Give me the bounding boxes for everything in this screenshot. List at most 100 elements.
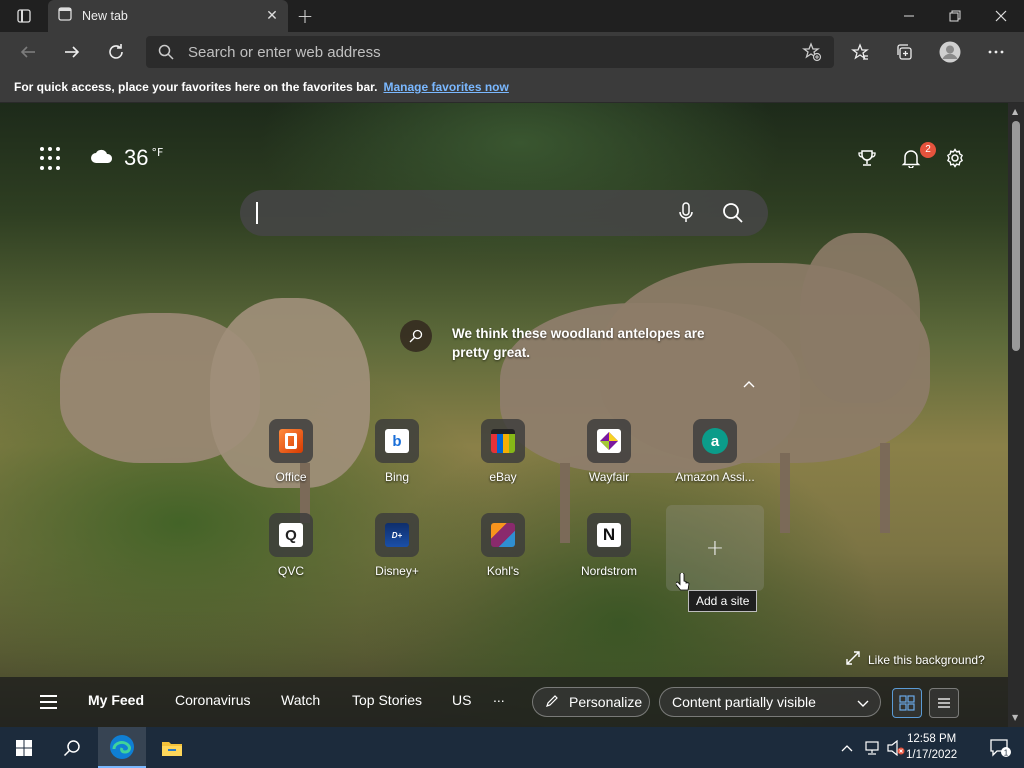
- add-site-tooltip: Add a site: [688, 590, 758, 612]
- address-input[interactable]: [188, 36, 788, 68]
- feed-tab-top-stories[interactable]: Top Stories: [352, 692, 422, 708]
- file-explorer-folder-icon[interactable]: [148, 727, 196, 768]
- active-tab[interactable]: New tab ✕: [48, 0, 288, 32]
- search-icon: [158, 44, 174, 64]
- quick-link-disney-plus[interactable]: D+ Disney+: [354, 513, 440, 578]
- grid-view-icon[interactable]: [892, 688, 922, 718]
- feed-tab-watch[interactable]: Watch: [281, 692, 320, 708]
- quick-link-kohls[interactable]: Kohl's: [460, 513, 546, 578]
- feed-menu-hamburger-icon[interactable]: [40, 691, 68, 713]
- content-visibility-dropdown[interactable]: Content partially visible: [659, 687, 881, 717]
- volume-muted-icon[interactable]: [884, 727, 908, 768]
- image-info-search-icon[interactable]: [400, 320, 432, 352]
- quick-link-ebay[interactable]: eBay: [460, 419, 546, 484]
- restore-window-icon[interactable]: [932, 0, 978, 32]
- page-settings-gear-icon[interactable]: [942, 145, 968, 171]
- scroll-up-arrow-icon[interactable]: ▲: [1012, 107, 1018, 116]
- forward-arrow-icon[interactable]: [56, 36, 88, 68]
- qvc-logo-icon: Q: [269, 513, 313, 557]
- quick-link-label: Kohl's: [486, 564, 520, 578]
- bing-logo-icon: b: [375, 419, 419, 463]
- scroll-down-arrow-icon[interactable]: ▼: [1012, 713, 1018, 722]
- news-feed-bar: My Feed Coronavirus Watch Top Stories US…: [0, 677, 1008, 727]
- amazon-assistant-logo-icon: a: [693, 419, 737, 463]
- rewards-trophy-icon[interactable]: [854, 145, 880, 171]
- feed-tab-us[interactable]: US: [452, 692, 471, 708]
- microphone-icon[interactable]: [678, 202, 694, 228]
- quick-link-qvc[interactable]: Q QVC: [248, 513, 334, 578]
- address-bar[interactable]: [146, 36, 834, 68]
- disney-plus-logo: D+: [385, 523, 409, 547]
- add-to-favorites-icon[interactable]: [802, 42, 822, 66]
- edge-browser-icon[interactable]: [98, 727, 146, 768]
- taskbar-search-icon[interactable]: [48, 727, 96, 768]
- favorites-bar: For quick access, place your favorites h…: [0, 72, 1024, 103]
- personalize-button[interactable]: Personalize: [532, 687, 650, 717]
- wayfair-logo: [597, 429, 621, 453]
- windows-start-icon[interactable]: [0, 727, 48, 768]
- quick-link-wayfair[interactable]: Wayfair: [566, 419, 652, 484]
- collapse-chevron-up-icon[interactable]: [742, 378, 760, 392]
- profile-avatar-icon[interactable]: [934, 36, 966, 68]
- quick-link-bing[interactable]: b Bing: [354, 419, 440, 484]
- expand-arrows-icon: [846, 651, 860, 668]
- web-search-input[interactable]: [256, 198, 656, 228]
- back-arrow-icon[interactable]: [12, 36, 44, 68]
- favorites-star-icon[interactable]: [844, 36, 876, 68]
- action-center-notification-icon[interactable]: 1: [976, 727, 1024, 768]
- app-launcher-icon[interactable]: [40, 147, 64, 171]
- collections-icon[interactable]: [888, 36, 920, 68]
- manage-favorites-link[interactable]: Manage favorites now: [383, 80, 508, 94]
- quick-link-nordstrom[interactable]: N Nordstrom: [566, 513, 652, 578]
- personalize-label: Personalize: [569, 694, 643, 710]
- windows-taskbar: 12:58 PM 1/17/2022 1: [0, 727, 1024, 768]
- ebay-logo: [491, 429, 515, 453]
- office-logo: [279, 429, 303, 453]
- quick-link-amazon-assistant[interactable]: a Amazon Assi...: [672, 419, 758, 484]
- nordstrom-logo: N: [597, 523, 621, 547]
- quick-link-label: eBay: [489, 470, 517, 484]
- tab-actions-menu-icon[interactable]: [2, 0, 46, 32]
- mouse-pointer-hand-icon: [675, 572, 690, 597]
- show-hidden-icons-chevron-icon[interactable]: [834, 727, 860, 768]
- list-view-icon[interactable]: [929, 688, 959, 718]
- clock-time: 12:58 PM: [906, 733, 957, 745]
- tab-title: New tab: [82, 9, 128, 23]
- plus-icon: +: [705, 535, 725, 561]
- feed-tab-my-feed[interactable]: My Feed: [88, 692, 144, 708]
- like-background-button[interactable]: Like this background?: [846, 651, 985, 668]
- quick-link-label: Office: [275, 470, 307, 484]
- search-submit-icon[interactable]: [722, 202, 744, 228]
- feed-tab-coronavirus[interactable]: Coronavirus: [175, 692, 250, 708]
- new-tab-page: 36 °F 2 We think these woodland antelope…: [0, 103, 1008, 727]
- clock-date: 1/17/2022: [906, 749, 958, 761]
- quick-link-label: Bing: [384, 470, 410, 484]
- action-center-count: 1: [1004, 748, 1009, 757]
- network-icon[interactable]: [860, 727, 884, 768]
- amazon-assistant-logo: a: [702, 428, 728, 454]
- quick-link-label: Nordstrom: [580, 564, 637, 578]
- favorites-bar-message: For quick access, place your favorites h…: [14, 80, 378, 94]
- disney-plus-logo-icon: D+: [375, 513, 419, 557]
- quick-link-office[interactable]: Office: [248, 419, 334, 484]
- background-image-caption[interactable]: We think these woodland antelopes are pr…: [452, 324, 722, 362]
- quick-link-label: QVC: [277, 564, 304, 578]
- refresh-icon[interactable]: [100, 36, 132, 68]
- settings-more-icon[interactable]: [980, 36, 1012, 68]
- ebay-bag-icon: [481, 419, 525, 463]
- new-tab-button[interactable]: +: [292, 4, 318, 28]
- minimize-window-icon[interactable]: [886, 0, 932, 32]
- feed-more-tabs-button[interactable]: ...: [493, 689, 505, 705]
- kohls-logo: [491, 523, 515, 547]
- bing-logo: b: [385, 429, 409, 453]
- taskbar-clock[interactable]: 12:58 PM 1/17/2022: [906, 731, 957, 763]
- kohls-logo-icon: [481, 513, 525, 557]
- scrollbar-thumb[interactable]: [1012, 121, 1020, 351]
- cloudy-weather-icon: [90, 148, 114, 168]
- close-tab-icon[interactable]: ✕: [264, 8, 280, 24]
- close-window-icon[interactable]: [978, 0, 1024, 32]
- chevron-down-icon: [856, 696, 870, 712]
- page-scrollbar[interactable]: ▲ ▼: [1008, 103, 1024, 727]
- weather-widget[interactable]: 36 °F: [90, 145, 163, 171]
- web-search-box[interactable]: [240, 190, 768, 236]
